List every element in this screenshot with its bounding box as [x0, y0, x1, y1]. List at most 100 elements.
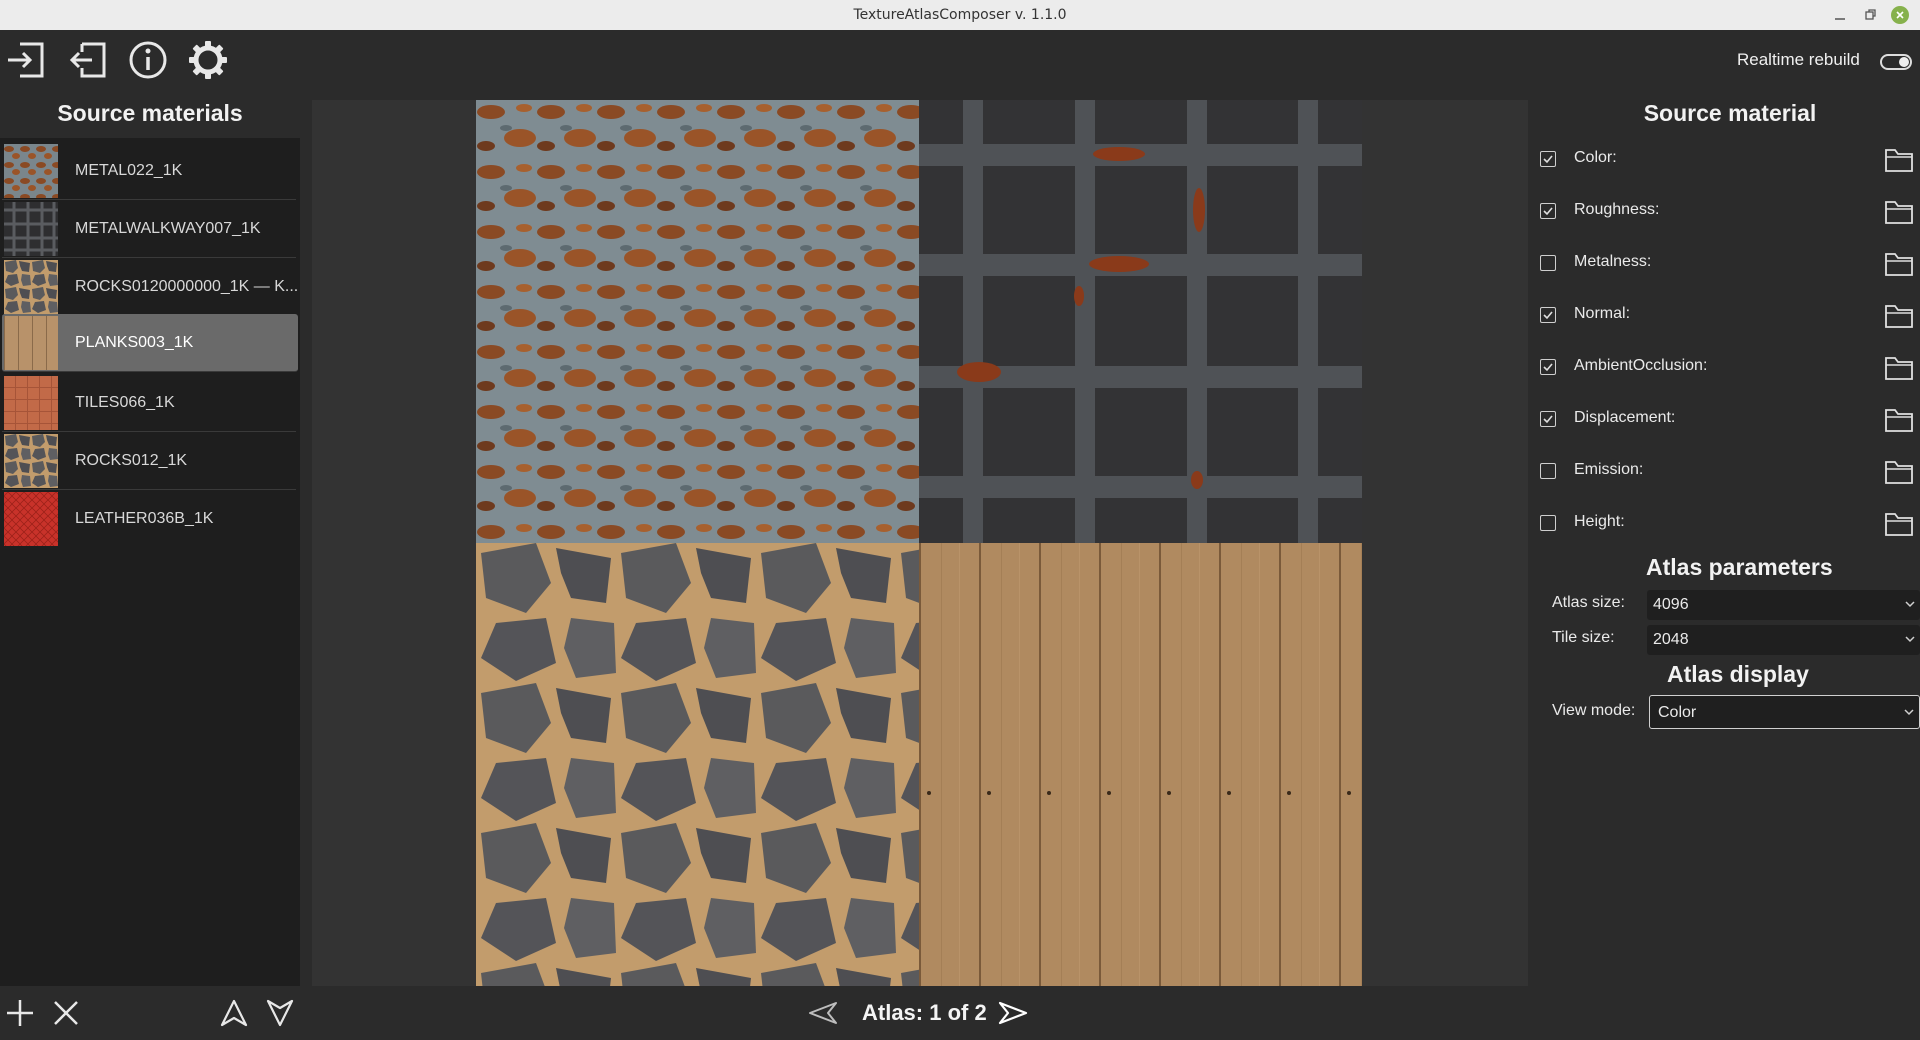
info-button[interactable] [126, 38, 170, 82]
folder-icon[interactable] [1884, 301, 1914, 329]
folder-icon[interactable] [1884, 249, 1914, 277]
minimize-button[interactable] [1830, 5, 1850, 25]
view-mode-value: Color [1658, 704, 1697, 721]
material-item-rocks0120000000[interactable]: ROCKS0120000000_1K — K... [2, 258, 299, 316]
tile-size-label: Tile size: [1552, 629, 1615, 646]
channel-checkbox-color[interactable] [1540, 151, 1556, 167]
atlas-tile-metal-grate [919, 100, 1362, 543]
restore-button[interactable] [1861, 5, 1881, 25]
close-icon [1891, 6, 1909, 24]
channel-row-ambient-occlusion: AmbientOcclusion: [1540, 347, 1920, 387]
atlas-size-select[interactable]: 4096 [1647, 590, 1920, 620]
channel-label: AmbientOcclusion: [1574, 357, 1708, 374]
add-material-button[interactable] [3, 996, 37, 1030]
material-item-metalwalkway007[interactable]: METALWALKWAY007_1K [2, 200, 296, 258]
material-thumbnail [4, 375, 58, 430]
channel-checkbox-displacement[interactable] [1540, 411, 1556, 427]
material-item-leather036b[interactable]: LEATHER036B_1K [2, 490, 296, 548]
restore-icon [1865, 9, 1876, 20]
title-bar: TextureAtlasComposer v. 1.1.0 [0, 0, 1920, 30]
source-materials-list[interactable]: METAL022_1K METALWALKWAY007_1K ROCKS0120… [0, 138, 300, 986]
move-up-icon [220, 999, 248, 1027]
channel-row-metalness: Metalness: [1540, 243, 1920, 283]
folder-icon[interactable] [1884, 197, 1914, 225]
channel-checkbox-normal[interactable] [1540, 307, 1556, 323]
channel-row-normal: Normal: [1540, 295, 1920, 335]
folder-icon[interactable] [1884, 509, 1914, 537]
tile-size-value: 2048 [1653, 631, 1689, 648]
atlas-size-label: Atlas size: [1552, 594, 1625, 611]
channel-label: Roughness: [1574, 201, 1660, 218]
channel-row-color: Color: [1540, 139, 1920, 179]
view-mode-label: View mode: [1552, 702, 1636, 719]
channel-row-roughness: Roughness: [1540, 191, 1920, 231]
material-label: PLANKS003_1K [75, 333, 194, 351]
material-item-metal022[interactable]: METAL022_1K [2, 142, 296, 200]
source-materials-title: Source materials [57, 100, 243, 126]
material-item-tiles066[interactable]: TILES066_1K [2, 374, 296, 432]
checkmark-icon [1543, 415, 1553, 424]
settings-button[interactable] [186, 38, 230, 82]
toggle-knob [1899, 57, 1909, 67]
folder-icon[interactable] [1884, 405, 1914, 433]
tile-size-select[interactable]: 2048 [1647, 625, 1920, 655]
channel-checkbox-metalness[interactable] [1540, 255, 1556, 271]
folder-icon[interactable] [1884, 353, 1914, 381]
material-thumbnail [4, 433, 58, 488]
move-up-button[interactable] [217, 996, 251, 1030]
channel-label: Normal: [1574, 305, 1631, 322]
material-label: METALWALKWAY007_1K [75, 219, 261, 237]
channel-label: Metalness: [1574, 253, 1652, 270]
view-mode-select[interactable]: Color [1649, 695, 1920, 729]
material-item-rocks012[interactable]: ROCKS012_1K [2, 432, 296, 490]
atlas-page-label: Atlas: 1 of 2 [862, 1000, 987, 1025]
previous-arrow-icon [809, 1002, 837, 1024]
add-icon [7, 1000, 33, 1026]
material-label: METAL022_1K [75, 161, 183, 179]
material-thumbnail [4, 259, 58, 314]
atlas-display-title: Atlas display [1667, 661, 1809, 687]
atlas-tile-rocks [476, 543, 919, 986]
realtime-rebuild-label: Realtime rebuild [1737, 50, 1860, 69]
channel-checkbox-roughness[interactable] [1540, 203, 1556, 219]
material-label: ROCKS0120000000_1K — K... [75, 277, 299, 295]
channel-row-height: Height: [1540, 503, 1920, 543]
channel-label: Displacement: [1574, 409, 1676, 426]
import-button[interactable] [4, 38, 48, 82]
checkmark-icon [1543, 363, 1553, 372]
channel-checkbox-ambient-occlusion[interactable] [1540, 359, 1556, 375]
next-atlas-button[interactable] [998, 998, 1028, 1028]
window-title: TextureAtlasComposer v. 1.1.0 [853, 7, 1067, 23]
folder-icon[interactable] [1884, 457, 1914, 485]
material-label: ROCKS012_1K [75, 451, 188, 469]
channel-label: Emission: [1574, 461, 1644, 478]
chevron-down-icon [1904, 709, 1914, 716]
atlas-size-value: 4096 [1653, 596, 1689, 613]
material-item-planks003[interactable]: PLANKS003_1K [2, 314, 298, 372]
checkmark-icon [1543, 207, 1553, 216]
previous-atlas-button[interactable] [808, 998, 838, 1028]
material-label: TILES066_1K [75, 393, 175, 411]
realtime-rebuild-toggle[interactable] [1880, 54, 1912, 70]
source-material-title: Source material [1643, 100, 1817, 126]
export-button[interactable] [66, 38, 110, 82]
import-icon [8, 42, 44, 78]
channel-checkbox-emission[interactable] [1540, 463, 1556, 479]
checkmark-icon [1543, 155, 1553, 164]
channel-row-displacement: Displacement: [1540, 399, 1920, 439]
move-down-button[interactable] [263, 996, 297, 1030]
chevron-down-icon [1905, 636, 1915, 643]
minimize-icon [1835, 18, 1845, 20]
remove-material-button[interactable] [49, 996, 83, 1030]
channel-label: Height: [1574, 513, 1625, 530]
atlas-parameters-title: Atlas parameters [1646, 554, 1833, 580]
channel-row-emission: Emission: [1540, 451, 1920, 491]
next-arrow-icon [998, 1001, 1028, 1025]
info-icon [129, 41, 167, 79]
material-thumbnail [4, 315, 58, 370]
folder-icon[interactable] [1884, 145, 1914, 173]
material-thumbnail [4, 492, 58, 546]
close-window-button[interactable] [1890, 5, 1910, 25]
export-icon [69, 42, 106, 78]
channel-checkbox-height[interactable] [1540, 515, 1556, 531]
